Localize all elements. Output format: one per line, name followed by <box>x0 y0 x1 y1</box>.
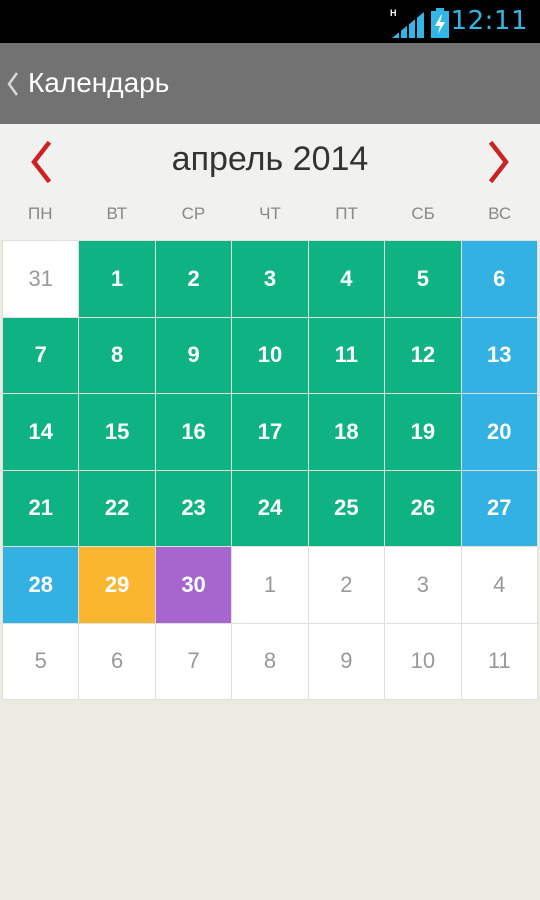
day-cell[interactable]: 8 <box>232 623 308 699</box>
day-cell[interactable]: 18 <box>308 394 385 470</box>
day-cell[interactable]: 17 <box>232 394 308 470</box>
day-cell[interactable]: 5 <box>385 241 461 317</box>
day-cell[interactable]: 10 <box>232 317 308 393</box>
day-cell[interactable]: 6 <box>461 241 537 317</box>
day-cell[interactable]: 22 <box>79 470 155 546</box>
day-cell[interactable]: 2 <box>308 547 385 623</box>
weekday-label: СР <box>181 204 206 223</box>
day-cell[interactable]: 3 <box>385 547 461 623</box>
calendar-grid: 31 1 2 3 4 5 6 7 8 9 10 11 12 13 14 15 16 17 18 19 20 21 22 23 2… <box>2 240 538 700</box>
day-cell[interactable]: 4 <box>308 241 385 317</box>
day-cell[interactable]: 9 <box>155 317 232 393</box>
day-cell[interactable]: 8 <box>79 317 155 393</box>
day-cell[interactable]: 1 <box>232 547 308 623</box>
weekday-label: ВТ <box>106 204 128 223</box>
day-cell[interactable]: 9 <box>308 623 385 699</box>
day-cell[interactable]: 6 <box>79 623 155 699</box>
day-cell[interactable]: 24 <box>232 470 308 546</box>
weekday-label: СБ <box>411 204 435 223</box>
day-cell[interactable]: 21 <box>3 470 79 546</box>
day-cell[interactable]: 15 <box>79 394 155 470</box>
svg-text:H: H <box>390 8 397 18</box>
day-cell[interactable]: 4 <box>461 547 537 623</box>
weekday-label: ПТ <box>335 204 358 223</box>
day-cell[interactable]: 26 <box>385 470 461 546</box>
page-title[interactable]: Календарь <box>28 67 169 99</box>
action-bar: Календарь <box>0 43 540 124</box>
day-cell[interactable]: 28 <box>3 547 79 623</box>
chevron-right-icon <box>488 140 509 184</box>
day-cell[interactable]: 11 <box>308 317 385 393</box>
status-clock: 12:11 <box>450 6 528 36</box>
day-cell[interactable]: 19 <box>385 394 461 470</box>
day-cell[interactable]: 29 <box>79 547 155 623</box>
day-cell[interactable]: 1 <box>79 241 155 317</box>
status-bar: H 12:11 <box>0 0 540 43</box>
day-cell[interactable]: 25 <box>308 470 385 546</box>
chevron-left-icon[interactable] <box>6 71 20 97</box>
day-cell[interactable]: 3 <box>232 241 308 317</box>
weekday-header: ПН ВТ СР ЧТ ПТ СБ ВС <box>2 204 538 224</box>
day-cell[interactable]: 13 <box>461 317 537 393</box>
day-cell[interactable]: 30 <box>155 547 232 623</box>
signal-bars-icon: H <box>390 8 424 38</box>
day-cell[interactable]: 12 <box>385 317 461 393</box>
day-cell[interactable]: 11 <box>461 623 537 699</box>
weekday-label: ЧТ <box>259 204 281 223</box>
month-title: апрель 2014 <box>171 140 369 178</box>
day-cell[interactable]: 14 <box>3 394 79 470</box>
day-cell[interactable]: 23 <box>155 470 232 546</box>
next-month-button[interactable] <box>478 140 518 184</box>
weekday-label: ПН <box>28 204 53 223</box>
month-header: апрель 2014 ПН ВТ СР ЧТ ПТ СБ ВС <box>0 124 540 240</box>
day-cell[interactable]: 10 <box>385 623 461 699</box>
day-cell[interactable]: 16 <box>155 394 232 470</box>
day-cell[interactable]: 5 <box>3 623 79 699</box>
battery-charging-icon <box>431 8 449 38</box>
day-cell[interactable]: 20 <box>461 394 537 470</box>
weekday-label: ВС <box>488 204 512 223</box>
day-cell[interactable]: 27 <box>461 470 537 546</box>
day-cell[interactable]: 31 <box>3 241 79 317</box>
day-cell[interactable]: 7 <box>155 623 232 699</box>
day-cell[interactable]: 2 <box>155 241 232 317</box>
day-cell[interactable]: 7 <box>3 317 79 393</box>
